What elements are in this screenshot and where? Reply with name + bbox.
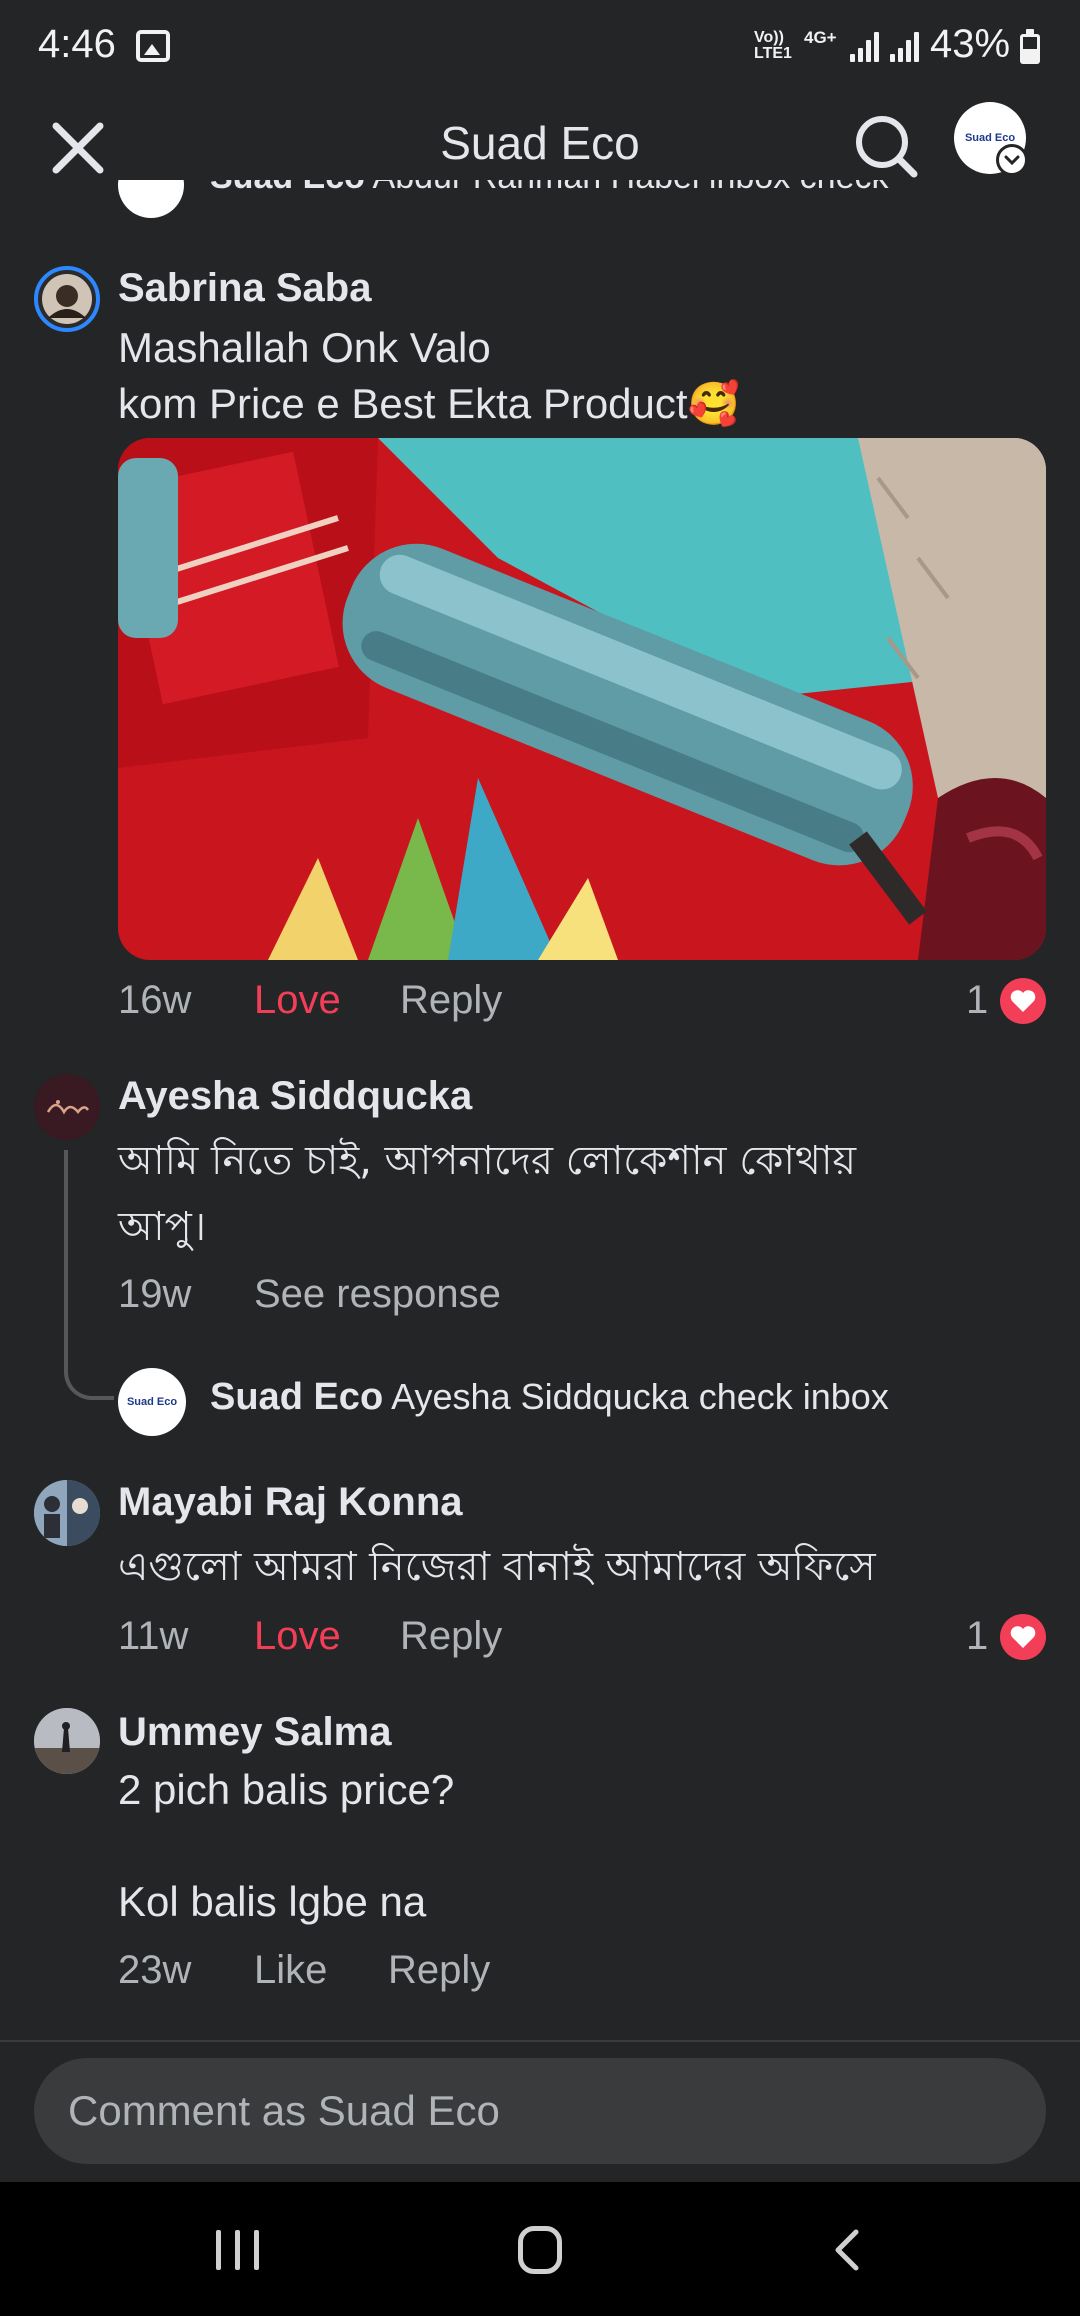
- partial-reply-text: Suad Eco Abdur Rahman Habel inbox check: [210, 180, 888, 197]
- comment-time: 11w: [118, 1614, 189, 1658]
- avatar[interactable]: [34, 1708, 100, 1774]
- comment-photo[interactable]: [118, 438, 1046, 960]
- back-button[interactable]: [826, 2228, 870, 2272]
- thread-connector: [64, 1150, 114, 1400]
- reply-author[interactable]: Suad Eco: [210, 1376, 383, 1418]
- partial-reply: Suad Eco Abdur Rahman Habel inbox check: [118, 180, 1018, 220]
- profile-photo: [42, 274, 92, 324]
- chevron-down-icon: [1004, 155, 1020, 166]
- bolster-pillow-image: [118, 438, 1046, 960]
- comment-author[interactable]: Ayesha Siddqucka: [118, 1074, 472, 1119]
- avatar[interactable]: [34, 266, 100, 332]
- search-icon: [856, 116, 918, 178]
- comment-composer[interactable]: [34, 2058, 1046, 2164]
- gallery-notification-icon: [136, 30, 170, 62]
- comment-text: Mashallah Onk Valo kom Price e Best Ekta…: [118, 324, 740, 427]
- system-navigation-bar: [0, 2182, 1080, 2316]
- profile-photo: [34, 1480, 100, 1546]
- comment-text: আমি নিতে চাই, আপনাদের লোকেশান কোথায় আপু…: [118, 1138, 857, 1250]
- reply-button[interactable]: Reply: [400, 1614, 502, 1659]
- divider: [0, 2040, 1080, 2042]
- heart-reaction-icon[interactable]: [1000, 978, 1046, 1024]
- reaction-count: 1: [966, 978, 989, 1022]
- comment-time: 19w: [118, 1272, 192, 1316]
- status-bar: 4:46 Vo)) LTE1 4G+ 43%: [0, 0, 1080, 96]
- comment-actions: 23w Like Reply: [118, 1948, 818, 1998]
- comment-input[interactable]: [68, 2058, 1008, 2164]
- volte-indicator: Vo)) LTE1: [754, 29, 792, 62]
- avatar: [118, 180, 184, 218]
- comment-author[interactable]: Sabrina Saba: [118, 266, 371, 311]
- comment-actions: 19w See response: [118, 1272, 818, 1322]
- reply-button[interactable]: Reply: [388, 1948, 490, 1993]
- signal-strength-icon: [890, 30, 924, 62]
- comment-actions: 11w Love Reply: [118, 1614, 818, 1664]
- love-button[interactable]: Love: [254, 1614, 341, 1659]
- profile-photo: [34, 1708, 100, 1774]
- comment-time: 23w: [118, 1948, 192, 1992]
- see-response-button[interactable]: See response: [254, 1272, 501, 1317]
- account-switcher-button[interactable]: [996, 144, 1028, 176]
- search-button[interactable]: [850, 110, 922, 182]
- avatar[interactable]: Suad Eco: [118, 1368, 186, 1436]
- reaction-count: 1: [966, 1614, 989, 1658]
- battery-percent: 43%: [930, 22, 1011, 66]
- reply-button[interactable]: Reply: [400, 978, 502, 1023]
- comment-time: 16w: [118, 978, 192, 1022]
- back-chevron-icon: [835, 2229, 859, 2271]
- smiling-face-with-hearts-emoji: 🥰: [687, 380, 740, 427]
- comment-text: এগুলো আমরা নিজেরা বানাই আমাদের অফিসে: [118, 1544, 876, 1590]
- comment-actions: 16w Love Reply: [118, 978, 1058, 1028]
- signal-strength-icon: [850, 30, 884, 62]
- comment-author[interactable]: Ummey Salma: [118, 1710, 391, 1755]
- recent-apps-button[interactable]: [216, 2230, 260, 2270]
- comment-author[interactable]: Mayabi Raj Konna: [118, 1480, 463, 1525]
- home-button[interactable]: [518, 2226, 562, 2274]
- battery-icon: [1020, 29, 1040, 64]
- network-4g-indicator: 4G+: [804, 28, 837, 47]
- comments-screen: 4:46 Vo)) LTE1 4G+ 43% Suad Eco Suad Eco: [0, 0, 1080, 2316]
- status-time: 4:46: [38, 22, 116, 66]
- love-button[interactable]: Love: [254, 978, 341, 1023]
- reply-text: Suad Eco Ayesha Siddqucka check inbox: [210, 1376, 889, 1418]
- profile-photo: [34, 1074, 100, 1140]
- comment-text: 2 pich balis price? Kol balis lgbe na: [118, 1766, 455, 1925]
- avatar[interactable]: [34, 1480, 100, 1546]
- like-button[interactable]: Like: [254, 1948, 327, 1993]
- avatar[interactable]: [34, 1074, 100, 1140]
- heart-reaction-icon[interactable]: [1000, 1614, 1046, 1660]
